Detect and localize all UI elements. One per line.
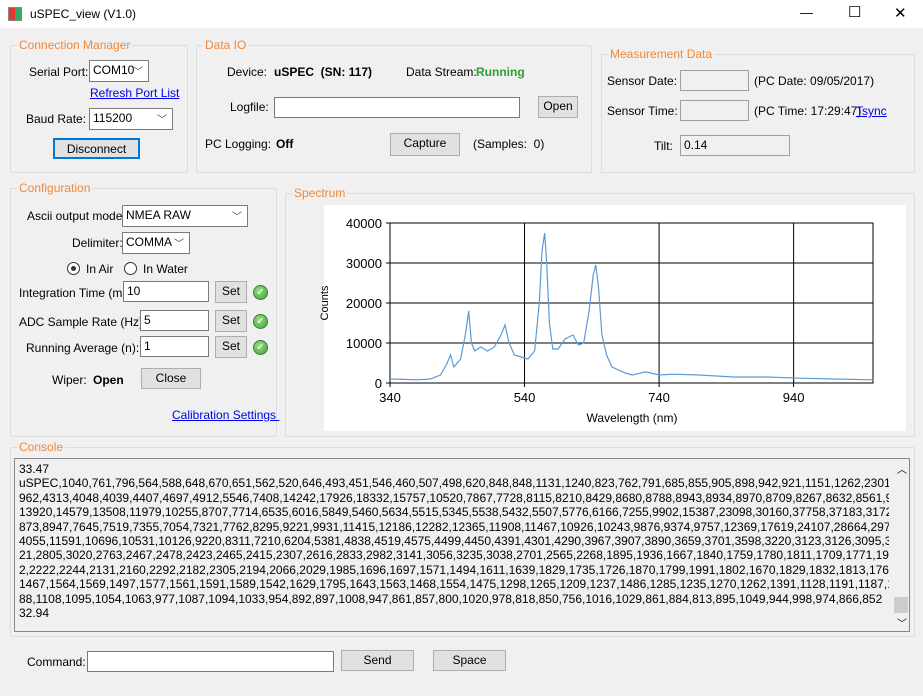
scrollbar-thumb[interactable] — [894, 597, 908, 613]
x-tick-label: 340 — [379, 390, 401, 405]
console-line: 2,2222,2244,2131,2160,2292,2182,2305,219… — [19, 562, 889, 577]
scroll-up-icon[interactable]: ︿ — [897, 461, 907, 476]
console-line: 32.94 — [19, 606, 50, 621]
y-tick-label: 30000 — [346, 256, 382, 271]
console-line: 33.47 — [19, 462, 50, 476]
y-tick-label: 20000 — [346, 296, 382, 311]
scroll-down-icon[interactable]: ﹀ — [897, 615, 907, 630]
console-line: 13920,14579,13508,11979,10255,8707,7714,… — [19, 505, 889, 520]
command-label: Command: — [27, 655, 86, 669]
console-line: uSPEC,1040,761,796,564,588,648,670,651,5… — [19, 476, 889, 491]
x-axis-label: Wavelength (nm) — [587, 411, 678, 425]
y-axis-label: Counts — [319, 285, 331, 320]
console-line: 873,8947,7645,7519,7355,7054,7321,7762,8… — [19, 519, 889, 534]
chart-background — [324, 205, 906, 431]
send-button[interactable]: Send — [341, 650, 414, 671]
console-output[interactable]: 33.47 uSPEC,1040,761,796,564,588,648,670,… — [14, 458, 910, 632]
y-tick-label: 10000 — [346, 336, 382, 351]
x-tick-label: 540 — [514, 390, 536, 405]
console-line: 4055,11591,10696,10531,10126,9220,8311,7… — [19, 534, 889, 549]
console-line: 962,4313,4048,4039,4407,4697,4912,5546,7… — [19, 490, 889, 505]
console-line: 21,2805,3020,2763,2467,2478,2423,2465,24… — [19, 548, 889, 563]
x-tick-label: 940 — [783, 390, 805, 405]
group-title: Console — [17, 440, 66, 454]
y-tick-label: 0 — [375, 376, 382, 391]
console-scrollbar[interactable]: ︿ ﹀ — [893, 459, 909, 631]
x-tick-label: 740 — [648, 390, 670, 405]
console-line: 88,1108,1095,1054,1063,977,1087,1094,103… — [19, 591, 883, 606]
y-tick-label: 40000 — [346, 216, 382, 231]
command-input[interactable] — [87, 651, 334, 672]
space-button[interactable]: Space — [433, 650, 506, 671]
console-line: 1467,1564,1569,1497,1577,1561,1591,1589,… — [19, 577, 889, 592]
